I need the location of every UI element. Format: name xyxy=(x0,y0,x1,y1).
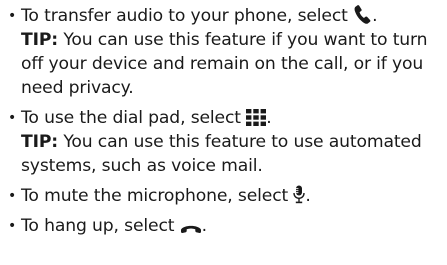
item-text: To transfer audio to your phone, select xyxy=(21,6,354,26)
instruction-list: • To transfer audio to your phone, selec… xyxy=(8,4,445,238)
tip-text: You can use this feature if you want to … xyxy=(21,30,428,98)
tip-text: You can use this feature to use automate… xyxy=(21,132,422,176)
bullet: • xyxy=(8,110,17,126)
item-text-end: . xyxy=(201,216,207,236)
item-text-end: . xyxy=(372,6,378,26)
item-text-end: . xyxy=(305,186,311,206)
microphone-icon xyxy=(293,185,306,204)
bullet: • xyxy=(8,218,17,234)
list-item-transfer-audio: • To transfer audio to your phone, selec… xyxy=(8,4,445,100)
list-item-dial-pad: • To use the dial pad, select . TIP: You… xyxy=(8,106,445,178)
item-text-end: . xyxy=(266,108,272,128)
item-text: To mute the microphone, select xyxy=(21,186,294,206)
dial-pad-icon xyxy=(246,109,267,126)
bullet: • xyxy=(8,8,17,24)
list-item-hang-up: • To hang up, select . xyxy=(8,214,445,238)
list-item-mute: • To mute the microphone, select . xyxy=(8,184,445,208)
phone-handset-icon xyxy=(353,5,372,24)
tip-label: TIP: xyxy=(21,132,58,152)
item-text: To use the dial pad, select xyxy=(21,108,247,128)
hang-up-icon xyxy=(180,222,202,234)
tip-label: TIP: xyxy=(21,30,58,50)
bullet: • xyxy=(8,188,17,204)
item-text: To hang up, select xyxy=(21,216,180,236)
crop-edge xyxy=(0,257,447,265)
